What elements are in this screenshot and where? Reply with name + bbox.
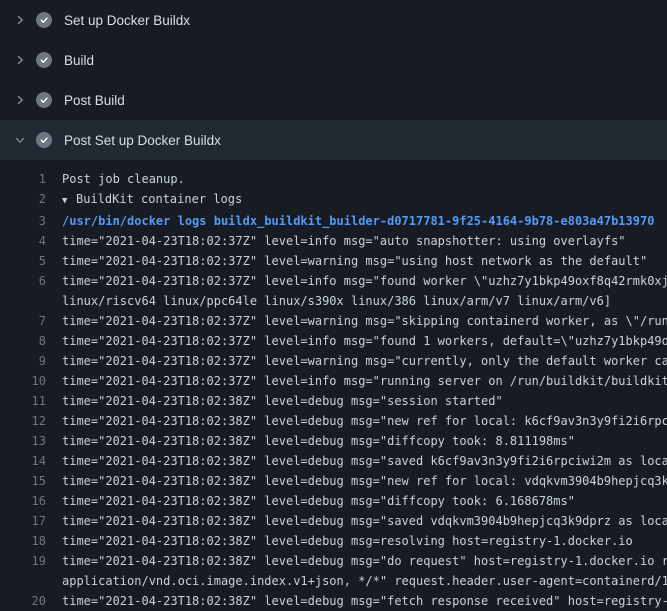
log-line: 15 time="2021-04-23T18:02:38Z" level=deb… — [0, 471, 667, 491]
log-line: 11 time="2021-04-23T18:02:38Z" level=deb… — [0, 391, 667, 411]
log-text: time="2021-04-23T18:02:37Z" level=warnin… — [62, 311, 667, 331]
step-row-post-set-up-docker-buildx[interactable]: Post Set up Docker Buildx — [0, 120, 667, 160]
check-circle-icon — [36, 92, 52, 108]
line-number[interactable]: 4 — [0, 231, 46, 251]
actions-log-viewer: Set up Docker Buildx Build Post Buil — [0, 0, 667, 611]
log-line: 14 time="2021-04-23T18:02:38Z" level=deb… — [0, 451, 667, 471]
log-line: 5 time="2021-04-23T18:02:37Z" level=warn… — [0, 251, 667, 271]
log-line: 9 time="2021-04-23T18:02:37Z" level=warn… — [0, 351, 667, 371]
line-number[interactable]: 20 — [0, 591, 46, 611]
log-line: 6 time="2021-04-23T18:02:37Z" level=info… — [0, 271, 667, 291]
log-text: time="2021-04-23T18:02:38Z" level=debug … — [62, 491, 575, 511]
group-toggle-icon[interactable]: ▼ — [62, 191, 76, 211]
log-text: application/vnd.oci.image.index.v1+json,… — [62, 571, 667, 591]
line-number[interactable]: 14 — [0, 451, 46, 471]
line-number[interactable]: 10 — [0, 371, 46, 391]
check-circle-icon — [36, 52, 52, 68]
log-line: 13 time="2021-04-23T18:02:38Z" level=deb… — [0, 431, 667, 451]
log-text: time="2021-04-23T18:02:37Z" level=info m… — [62, 271, 667, 291]
log-text: time="2021-04-23T18:02:38Z" level=debug … — [62, 591, 667, 611]
line-number[interactable]: 18 — [0, 531, 46, 551]
log-line: application/vnd.oci.image.index.v1+json,… — [0, 571, 667, 591]
line-number[interactable]: 3 — [0, 211, 46, 231]
step-label: Build — [64, 53, 94, 68]
line-number[interactable]: 1 — [0, 169, 46, 189]
log-text: time="2021-04-23T18:02:38Z" level=debug … — [62, 451, 667, 471]
log-text: /usr/bin/docker logs buildx_buildkit_bui… — [62, 211, 654, 231]
log-line: 3 /usr/bin/docker logs buildx_buildkit_b… — [0, 211, 667, 231]
log-text: time="2021-04-23T18:02:37Z" level=info m… — [62, 371, 667, 391]
chevron-icon — [12, 52, 28, 68]
line-number[interactable] — [0, 291, 46, 311]
step-label: Post Build — [64, 93, 125, 108]
log-line: 12 time="2021-04-23T18:02:38Z" level=deb… — [0, 411, 667, 431]
log-line: linux/riscv64 linux/ppc64le linux/s390x … — [0, 291, 667, 311]
log-line: 2 ▼BuildKit container logs — [0, 189, 667, 211]
log-text: time="2021-04-23T18:02:38Z" level=debug … — [62, 411, 667, 431]
log-text: time="2021-04-23T18:02:38Z" level=debug … — [62, 431, 575, 451]
log-text: linux/riscv64 linux/ppc64le linux/s390x … — [62, 291, 611, 311]
chevron-icon — [12, 12, 28, 28]
chevron-icon — [12, 92, 28, 108]
line-number[interactable]: 16 — [0, 491, 46, 511]
line-number[interactable] — [0, 571, 46, 591]
step-row-post-build[interactable]: Post Build — [0, 80, 667, 120]
log-line: 10 time="2021-04-23T18:02:37Z" level=inf… — [0, 371, 667, 391]
line-number[interactable]: 15 — [0, 471, 46, 491]
log-text: Post job cleanup. — [62, 169, 185, 189]
line-number[interactable]: 12 — [0, 411, 46, 431]
log-text: time="2021-04-23T18:02:38Z" level=debug … — [62, 391, 503, 411]
line-number[interactable]: 9 — [0, 351, 46, 371]
line-number[interactable]: 19 — [0, 551, 46, 571]
line-number[interactable]: 13 — [0, 431, 46, 451]
step-label: Post Set up Docker Buildx — [64, 133, 221, 148]
step-row-build[interactable]: Build — [0, 40, 667, 80]
log-text: time="2021-04-23T18:02:38Z" level=debug … — [62, 511, 667, 531]
log-text: time="2021-04-23T18:02:37Z" level=info m… — [62, 231, 626, 251]
steps-list: Set up Docker Buildx Build Post Buil — [0, 0, 667, 160]
line-number[interactable]: 7 — [0, 311, 46, 331]
log-text: ▼BuildKit container logs — [62, 189, 242, 211]
log-text: time="2021-04-23T18:02:38Z" level=debug … — [62, 471, 667, 491]
check-circle-icon — [36, 12, 52, 28]
log-text: time="2021-04-23T18:02:38Z" level=debug … — [62, 551, 667, 571]
log-text: time="2021-04-23T18:02:37Z" level=warnin… — [62, 251, 647, 271]
log-line: 19 time="2021-04-23T18:02:38Z" level=deb… — [0, 551, 667, 571]
line-number[interactable]: 6 — [0, 271, 46, 291]
log-line: 18 time="2021-04-23T18:02:38Z" level=deb… — [0, 531, 667, 551]
log-text: time="2021-04-23T18:02:38Z" level=debug … — [62, 531, 633, 551]
check-circle-icon — [36, 132, 52, 148]
chevron-icon — [12, 132, 28, 148]
log-line: 17 time="2021-04-23T18:02:38Z" level=deb… — [0, 511, 667, 531]
line-number[interactable]: 8 — [0, 331, 46, 351]
log-line: 16 time="2021-04-23T18:02:38Z" level=deb… — [0, 491, 667, 511]
log-text: time="2021-04-23T18:02:37Z" level=info m… — [62, 331, 667, 351]
log-area: 1 Post job cleanup. 2 ▼BuildKit containe… — [0, 160, 667, 611]
log-line: 8 time="2021-04-23T18:02:37Z" level=info… — [0, 331, 667, 351]
group-title[interactable]: BuildKit container logs — [76, 192, 242, 206]
log-line: 7 time="2021-04-23T18:02:37Z" level=warn… — [0, 311, 667, 331]
step-label: Set up Docker Buildx — [64, 13, 190, 28]
line-number[interactable]: 2 — [0, 189, 46, 211]
log-line: 4 time="2021-04-23T18:02:37Z" level=info… — [0, 231, 667, 251]
log-line: 1 Post job cleanup. — [0, 169, 667, 189]
line-number[interactable]: 11 — [0, 391, 46, 411]
step-row-set-up-docker-buildx[interactable]: Set up Docker Buildx — [0, 0, 667, 40]
log-line: 20 time="2021-04-23T18:02:38Z" level=deb… — [0, 591, 667, 611]
log-text: time="2021-04-23T18:02:37Z" level=warnin… — [62, 351, 667, 371]
line-number[interactable]: 5 — [0, 251, 46, 271]
line-number[interactable]: 17 — [0, 511, 46, 531]
